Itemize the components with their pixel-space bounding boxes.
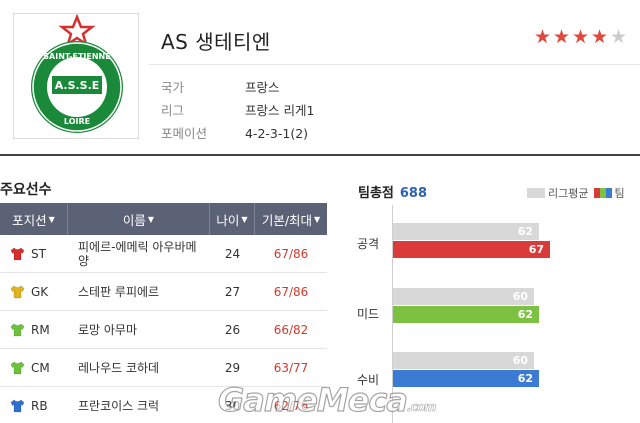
position-cell: GK <box>0 273 68 310</box>
position-value: ST <box>31 246 46 261</box>
caret-down-icon: ▼ <box>314 214 321 224</box>
legend-avg-label: 리그평균 <box>548 187 589 200</box>
player-stat: 66/82 <box>273 322 309 337</box>
team-logo: A.S.S.E SAINT-ETIENNE LOIRE <box>13 13 139 139</box>
player-age: 26 <box>224 322 241 337</box>
league-value: 프랑스 리게1 <box>244 103 315 118</box>
asse-crest-icon: A.S.S.E SAINT-ETIENNE LOIRE <box>31 14 123 133</box>
shirt-blue-icon <box>10 399 25 412</box>
team-value-bar: 62 <box>393 306 539 323</box>
table-row[interactable]: ST 피에르-에메릭 아우바메양 24 67/86 <box>0 235 327 273</box>
watermark-suffix: .com <box>407 400 437 415</box>
shirt-green-icon <box>10 323 25 336</box>
watermark-text: GameMeca <box>217 380 408 419</box>
position-value: GK <box>31 284 49 299</box>
position-cell: RB <box>0 387 68 423</box>
league-avg-bar: 62 <box>393 223 539 240</box>
star-filled-icon: ★ <box>572 26 590 48</box>
position-cell: RM <box>0 311 68 348</box>
info-row-country: 국가 프랑스 <box>161 80 280 96</box>
shirt-green-icon <box>10 361 25 374</box>
players-title: 주요선수 <box>0 182 52 198</box>
info-row-formation: 포메이션 4-2-3-1(2) <box>161 126 308 142</box>
svg-text:SAINT-ETIENNE: SAINT-ETIENNE <box>43 52 110 61</box>
formation-label: 포메이션 <box>161 126 208 141</box>
section-divider <box>0 154 640 156</box>
position-cell: ST <box>0 235 68 272</box>
star-empty-icon: ★ <box>610 26 628 48</box>
shirt-red-icon <box>10 247 25 260</box>
position-header-label: 포지션 <box>12 212 47 228</box>
team-stats-title: 팀총점 <box>358 186 394 201</box>
stat-category-label: 공격 <box>357 237 380 251</box>
header-divider <box>149 64 640 65</box>
stat-header-label: 기본/최대 <box>261 212 313 228</box>
league-avg-bar: 60 <box>393 288 534 305</box>
player-age: 27 <box>224 284 241 299</box>
player-name[interactable]: 스테판 루피에르 <box>68 273 210 310</box>
league-label: 리그 <box>161 103 185 118</box>
caret-down-icon: ▼ <box>147 214 155 224</box>
player-stat: 67/86 <box>273 284 309 299</box>
legend-team-label: 팀 <box>614 187 625 200</box>
stats-legend: 리그평균 팀 <box>527 185 625 201</box>
caret-down-icon: ▼ <box>241 214 248 224</box>
svg-text:A.S.S.E: A.S.S.E <box>55 79 100 92</box>
legend-avg-swatch <box>527 188 545 198</box>
star-filled-icon: ★ <box>591 26 609 48</box>
country-label: 국가 <box>161 80 185 95</box>
team-name: AS 생테티엔 <box>161 30 271 54</box>
player-name[interactable]: 프란코이스 크럭 <box>68 387 210 423</box>
legend-team-swatch <box>594 188 613 198</box>
star-filled-icon: ★ <box>553 26 571 48</box>
league-avg-bar: 60 <box>393 352 534 369</box>
position-value: RB <box>31 398 48 413</box>
star-filled-icon: ★ <box>534 26 552 48</box>
team-header: A.S.S.E SAINT-ETIENNE LOIRE AS 생테티엔 ★ ★ ★ ★… <box>0 0 640 152</box>
table-row[interactable]: GK 스테판 루피에르 27 67/86 <box>0 273 327 311</box>
sort-stat-header[interactable]: 기본/최대 ▼ <box>255 203 327 235</box>
country-value: 프랑스 <box>244 80 280 95</box>
team-rating: ★ ★ ★ ★ ★ <box>534 27 629 47</box>
team-stats-total: 688 <box>399 186 428 201</box>
player-age: 24 <box>224 246 241 261</box>
sort-position-header[interactable]: 포지션 ▼ <box>0 203 68 235</box>
position-value: RM <box>31 322 50 337</box>
player-name[interactable]: 레나우드 코하데 <box>68 349 210 386</box>
caret-down-icon: ▼ <box>48 214 55 224</box>
player-name[interactable]: 피에르-에메릭 아우바메양 <box>68 235 210 272</box>
sort-name-header[interactable]: 이름 ▼ <box>68 203 210 235</box>
player-stat: 67/86 <box>273 246 309 261</box>
position-value: CM <box>31 360 50 375</box>
team-stats-header: 팀총점 688 <box>358 182 427 201</box>
table-row[interactable]: RM 로망 아무마 26 66/82 <box>0 311 327 349</box>
table-header: 포지션 ▼ 이름 ▼ 나이 ▼ 기본/최대 ▼ <box>0 203 327 235</box>
name-header-label: 이름 <box>122 212 146 228</box>
player-name[interactable]: 로망 아무마 <box>68 311 210 348</box>
info-row-league: 리그 프랑스 리게1 <box>161 103 314 119</box>
sort-age-header[interactable]: 나이 ▼ <box>210 203 255 235</box>
watermark: GameMeca.com <box>217 380 437 419</box>
shirt-yellow-icon <box>10 285 25 298</box>
formation-value: 4-2-3-1(2) <box>244 126 309 141</box>
age-header-label: 나이 <box>216 212 240 228</box>
svg-text:LOIRE: LOIRE <box>64 117 90 126</box>
team-value-bar: 67 <box>393 241 550 258</box>
position-cell: CM <box>0 349 68 386</box>
stat-category-label: 미드 <box>357 307 380 321</box>
